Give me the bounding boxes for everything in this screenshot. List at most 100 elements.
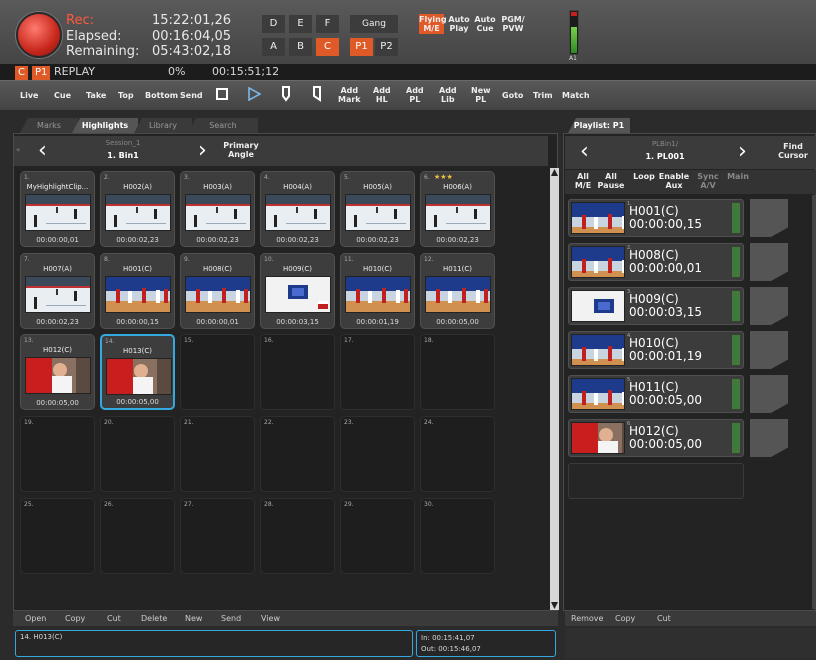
add-pl-button[interactable]: Add PL (406, 86, 424, 104)
clip-cell[interactable]: 5. H005(A) 00:00:02,23 (340, 171, 415, 247)
clip-cell[interactable]: 1. MyHighlightClip... 00:00:00,01 (20, 171, 95, 247)
clip-cell[interactable]: 22. (260, 416, 335, 492)
clip-cell[interactable]: 12. H011(C) 00:00:05,00 (420, 253, 495, 329)
playlist-cut-button[interactable]: Cut (657, 611, 671, 626)
flying-me-button[interactable]: Flying M/E (419, 14, 447, 34)
tab-playlist[interactable]: Playlist: P1 (568, 118, 630, 133)
add-mark-button[interactable]: Add Mark (338, 86, 361, 104)
playlist-scrollbar[interactable] (812, 195, 816, 609)
clip-cell[interactable]: 29. (340, 498, 415, 574)
goto-button[interactable]: Goto (502, 91, 523, 100)
key-c-button[interactable]: C (316, 38, 339, 56)
clip-cell[interactable]: 11. H010(C) 00:00:01,19 (340, 253, 415, 329)
playlist-item[interactable]: 5. H011(C) 00:00:05,00 (568, 375, 744, 413)
clip-cell[interactable]: 6. ★★★ H006(A) 00:00:02,23 (420, 171, 495, 247)
clip-cell[interactable]: 21. (180, 416, 255, 492)
tab-search[interactable]: Search (188, 118, 258, 133)
gang-button[interactable]: Gang (350, 15, 398, 33)
trim-button[interactable]: Trim (533, 91, 553, 100)
clip-cell[interactable]: 24. (420, 416, 495, 492)
add-hl-button[interactable]: Add HL (373, 86, 391, 104)
cue-button[interactable]: Cue (54, 91, 71, 100)
view-button[interactable]: View (261, 611, 280, 626)
auto-play-button[interactable]: Auto Play (447, 14, 471, 34)
playlist-tool-button[interactable]: All Pause (595, 172, 627, 190)
add-lib-button[interactable]: Add Lib (439, 86, 457, 104)
clip-cell[interactable]: 17. (340, 334, 415, 410)
open-button[interactable]: Open (25, 611, 46, 626)
clip-cell[interactable]: 26. (100, 498, 175, 574)
bin-next-icon[interactable]: › (198, 138, 207, 164)
clip-cell[interactable]: 28. (260, 498, 335, 574)
clip-cell[interactable]: 2. H002(A) 00:00:02,23 (100, 171, 175, 247)
key-e-button[interactable]: E (289, 15, 312, 33)
playlist-tool-button[interactable]: Enable Aux (658, 172, 690, 190)
live-button[interactable]: Live (20, 91, 38, 100)
tab-highlights[interactable]: Highlights (72, 118, 138, 133)
copy-button[interactable]: Copy (65, 611, 85, 626)
playlist-tool-button[interactable]: Main (722, 172, 754, 181)
clip-cell[interactable]: 3. H003(A) 00:00:02,23 (180, 171, 255, 247)
clip-cell[interactable]: 9. H008(C) 00:00:00,01 (180, 253, 255, 329)
clip-cell[interactable]: 18. (420, 334, 495, 410)
playlist-item[interactable]: 2. H008(C) 00:00:00,01 (568, 243, 744, 281)
new-button[interactable]: New (185, 611, 202, 626)
key-a-button[interactable]: A (262, 38, 285, 56)
playlist-prev-icon[interactable]: ‹ (580, 139, 589, 165)
playlist-tool-button[interactable]: Sync A/V (692, 172, 724, 190)
tab-marks[interactable]: Marks (20, 118, 78, 133)
primary-angle-button[interactable]: Primary Angle (222, 141, 260, 159)
clip-cell[interactable]: 4. H004(A) 00:00:02,23 (260, 171, 335, 247)
p2-button[interactable]: P2 (375, 38, 398, 56)
delete-button[interactable]: Delete (141, 611, 167, 626)
cut-button[interactable]: Cut (107, 611, 121, 626)
playlist-item[interactable]: 1. H001(C) 00:00:00,15 (568, 199, 744, 237)
clip-cell[interactable]: 14. H013(C) 00:00:05,00 (100, 334, 175, 410)
play-icon[interactable] (247, 87, 261, 101)
take-button[interactable]: Take (86, 91, 106, 100)
match-button[interactable]: Match (562, 91, 590, 100)
clip-cell[interactable]: 23. (340, 416, 415, 492)
playlist-item[interactable]: 6. H012(C) 00:00:05,00 (568, 419, 744, 457)
clip-cell[interactable]: 19. (20, 416, 95, 492)
playlist-next-icon[interactable]: › (738, 139, 747, 165)
clip-cell[interactable]: 30. (420, 498, 495, 574)
send-button[interactable]: Send (180, 91, 203, 100)
playlist-copy-button[interactable]: Copy (615, 611, 635, 626)
bottom-button[interactable]: Bottom (145, 91, 178, 100)
clip-cell[interactable]: 27. (180, 498, 255, 574)
playlist-item[interactable]: 3. H009(C) 00:00:03,15 (568, 287, 744, 325)
key-d-button[interactable]: D (262, 15, 285, 33)
clip-cell[interactable]: 7. H007(A) 00:00:02,23 (20, 253, 95, 329)
playlist-tool-button[interactable]: Loop (628, 172, 660, 181)
p1-button[interactable]: P1 (350, 38, 373, 56)
clip-cell[interactable]: 15. (180, 334, 255, 410)
scroll-down-icon[interactable] (551, 602, 558, 609)
playlist-item[interactable]: 4. H010(C) 00:00:01,19 (568, 331, 744, 369)
top-button[interactable]: Top (118, 91, 134, 100)
clip-cell[interactable]: 13. H012(C) 00:00:05,00 (20, 334, 95, 410)
key-b-button[interactable]: B (289, 38, 312, 56)
collapse-icon[interactable]: « (16, 146, 20, 154)
tab-library[interactable]: Library (134, 118, 192, 133)
playlist-empty-slot[interactable] (568, 463, 744, 499)
scroll-up-icon[interactable] (551, 169, 558, 176)
clip-cell[interactable]: 10. H009(C) 00:00:03,15 (260, 253, 335, 329)
mark-in-icon[interactable] (280, 86, 292, 102)
mark-out-icon[interactable] (311, 86, 323, 102)
clip-cell[interactable]: 16. (260, 334, 335, 410)
grid-scrollbar[interactable] (550, 168, 559, 610)
auto-cue-button[interactable]: Auto Cue (473, 14, 497, 34)
send-clip-button[interactable]: Send (221, 611, 241, 626)
pgm-pvw-button[interactable]: PGM/PVW (498, 14, 528, 34)
find-cursor-button[interactable]: Find Cursor (774, 142, 812, 160)
new-pl-button[interactable]: New PL (471, 86, 491, 104)
key-f-button[interactable]: F (316, 15, 339, 33)
record-button[interactable] (16, 12, 62, 58)
clip-cell[interactable]: 8. H001(C) 00:00:00,15 (100, 253, 175, 329)
remove-button[interactable]: Remove (571, 611, 603, 626)
bin-prev-icon[interactable]: ‹ (38, 138, 47, 164)
stop-icon[interactable] (216, 88, 228, 100)
clip-cell[interactable]: 20. (100, 416, 175, 492)
clip-cell[interactable]: 25. (20, 498, 95, 574)
